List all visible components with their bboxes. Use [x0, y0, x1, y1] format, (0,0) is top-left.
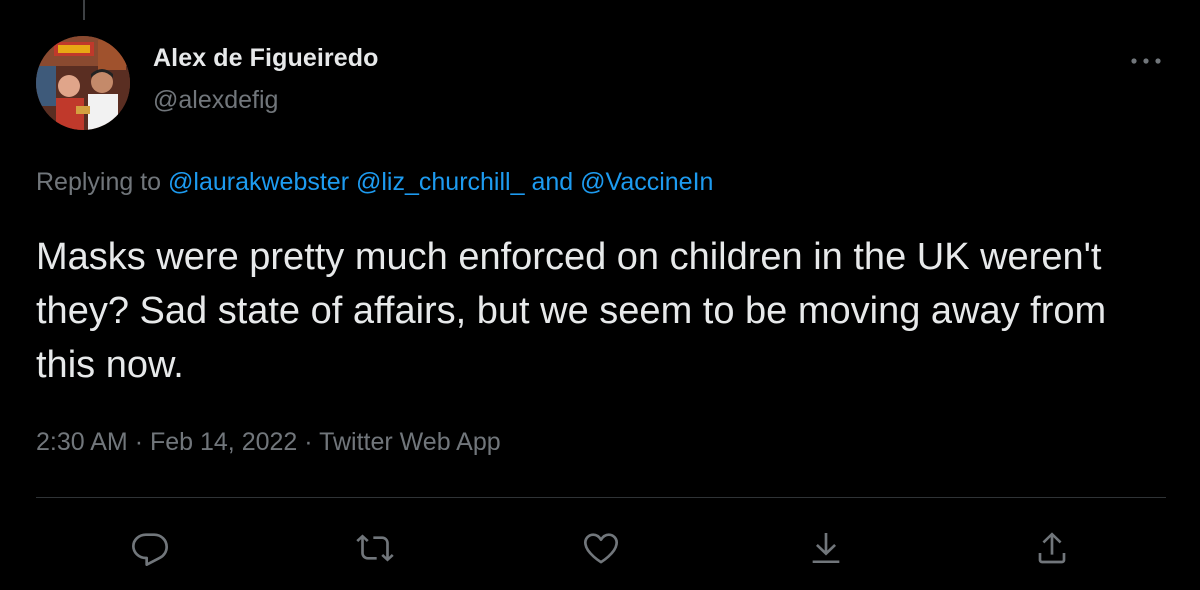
divider: [36, 497, 1166, 498]
download-icon: [812, 533, 840, 563]
heart-icon: [584, 533, 618, 564]
others-link[interactable]: and: [531, 168, 573, 196]
retweet-icon: [356, 534, 394, 562]
avatar-photo: [36, 36, 130, 130]
reply-icon: [132, 533, 169, 566]
replying-to-line: Replying to @laurakwebster @liz_churchil…: [36, 168, 713, 197]
share-button[interactable]: [1030, 526, 1074, 570]
tweet-meta: 2:30 AM · Feb 14, 2022 · Twitter Web App: [36, 428, 501, 457]
meta-separator: ·: [304, 428, 313, 456]
tweet-source[interactable]: Twitter Web App: [319, 428, 501, 456]
more-options-button[interactable]: [1124, 46, 1168, 76]
ellipsis-icon: [1131, 58, 1161, 64]
tweet-text: Masks were pretty much enforced on child…: [36, 236, 1107, 386]
mention-link[interactable]: @laurakwebster: [168, 168, 349, 196]
tweet-date[interactable]: Feb 14, 2022: [150, 428, 297, 456]
meta-separator: ·: [134, 428, 144, 456]
reply-button[interactable]: [128, 526, 172, 570]
share-icon: [1038, 532, 1066, 564]
thread-connector-line: [83, 0, 85, 20]
replying-prefix: Replying to: [36, 168, 169, 196]
retweet-button[interactable]: [353, 526, 397, 570]
bookmark-button[interactable]: [804, 526, 848, 570]
author-name[interactable]: Alex de Figueiredo: [153, 44, 378, 73]
author-handle[interactable]: @alexdefig: [153, 86, 278, 115]
mention-link[interactable]: @liz_churchill_: [356, 168, 525, 196]
tweet-time[interactable]: 2:30 AM: [36, 428, 128, 456]
like-button[interactable]: [579, 526, 623, 570]
mention-link[interactable]: @VaccineIn: [580, 168, 713, 196]
avatar[interactable]: [36, 36, 130, 130]
